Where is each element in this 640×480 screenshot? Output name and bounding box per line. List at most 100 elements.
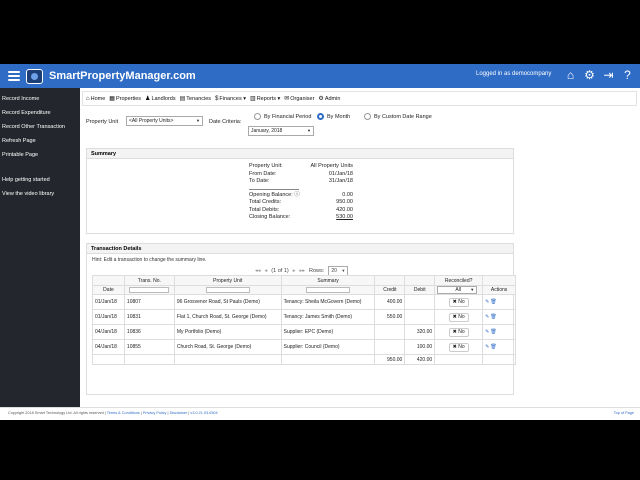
help-icon[interactable]: ? xyxy=(621,68,634,83)
filter-bar: Property Unit <All Property Units> ▼ Date… xyxy=(86,111,536,137)
reconciled-value: No xyxy=(458,298,465,305)
summary-value: All Property Units xyxy=(310,163,354,169)
chevron-down-icon: ▼ xyxy=(196,118,200,123)
edit-icon[interactable]: ✎ xyxy=(485,314,489,320)
next-page-icon[interactable]: ▸ xyxy=(293,268,296,274)
nav-properties[interactable]: ▦ Properties xyxy=(109,95,141,103)
disclaimer-link[interactable]: Disclaimer xyxy=(170,411,188,415)
nav-tenancies[interactable]: ▤ Tenancies xyxy=(179,95,212,103)
radio-by-month[interactable]: By Month xyxy=(317,113,350,120)
property-unit-filter-cell xyxy=(173,285,282,295)
trash-icon[interactable]: 🗑 xyxy=(490,344,496,350)
radio-label: By Month xyxy=(327,113,351,120)
radio-label: By Financial Period xyxy=(264,113,312,120)
last-page-icon[interactable]: ▸▸ xyxy=(300,268,306,274)
date-header[interactable]: Date xyxy=(92,285,125,295)
logged-in-label: Logged in as democompany xyxy=(476,71,552,77)
reconciled-toggle[interactable]: ✖ No xyxy=(448,312,469,322)
debit-cell xyxy=(404,294,436,310)
terms-link[interactable]: Terms & Conditions xyxy=(107,411,140,415)
gear-icon[interactable]: ⚙ xyxy=(583,68,596,83)
nav-label: Admin xyxy=(324,95,341,102)
nav-admin[interactable]: ⚙ Admin xyxy=(318,95,341,103)
summary-value: 01/Jan/18 xyxy=(328,170,353,177)
date-cell: 01/Jan/18 xyxy=(92,294,125,310)
nav-reports[interactable]: ▥ Reports ▾ xyxy=(250,95,280,103)
nav-finances[interactable]: $ Finances ▾ xyxy=(215,96,246,102)
nav-home[interactable]: ⌂ Home xyxy=(86,96,105,102)
top-of-page-link[interactable]: Top of Page xyxy=(614,411,634,415)
trash-icon[interactable]: 🗑 xyxy=(490,329,496,335)
help-getting-started-link[interactable]: Help getting started xyxy=(0,173,80,187)
property-unit-select[interactable]: <All Property Units> ▼ xyxy=(126,116,203,126)
reconciled-header[interactable]: Reconciled? xyxy=(434,275,484,286)
credit-header-cell xyxy=(374,275,406,286)
trash-icon[interactable]: 🗑 xyxy=(490,314,496,320)
summary-label: To Date: xyxy=(249,178,270,184)
trans-no-filter-input[interactable] xyxy=(129,287,170,293)
home-icon[interactable]: ⌂ xyxy=(564,68,577,83)
edit-icon[interactable]: ✎ xyxy=(485,344,489,350)
summary-cell: Supplier: EPC (Demo) xyxy=(280,324,376,340)
month-select[interactable]: January, 2018 ▼ xyxy=(248,126,314,136)
radio-financial-period[interactable]: By Financial Period xyxy=(254,113,311,120)
close-icon: ✖ xyxy=(452,343,457,350)
reconciled-toggle[interactable]: ✖ No xyxy=(448,342,469,352)
gear-icon: ⚙ xyxy=(318,96,324,102)
reconciled-filter-select[interactable]: All ▼ xyxy=(437,286,478,294)
building-icon: ▦ xyxy=(109,96,115,102)
trans-no-filter-cell xyxy=(123,285,175,295)
debit-cell: 100.00 xyxy=(404,339,436,355)
property-unit-cell: Flat 1, Church Road, St. George (Demo) xyxy=(173,309,282,325)
record-other-transaction-link[interactable]: Record Other Transaction xyxy=(0,120,80,134)
document-icon: ▤ xyxy=(179,96,186,102)
opening-label: Opening Balance: xyxy=(249,191,293,198)
table-row: 01/Jan/18 10807 96 Grosvenor Road, St Pa… xyxy=(92,294,516,310)
main-content: ⌂ Home ▦ Properties ♟ Landlords ▤ Tenancies … xyxy=(80,88,640,407)
summary-cell: Tenancy: James Smith (Demo) xyxy=(280,309,376,325)
rows-label: Rows: xyxy=(309,268,325,274)
record-expenditure-link[interactable]: Record Expenditure xyxy=(0,106,80,120)
table-row: 04/Jan/18 10836 My Portfolio (Demo) Supp… xyxy=(92,324,516,340)
video-library-link[interactable]: View the video library xyxy=(0,187,80,201)
empty-cell xyxy=(123,354,175,365)
nav-landlords[interactable]: ♟ Landlords xyxy=(145,95,176,103)
reconciled-toggle[interactable]: ✖ No xyxy=(448,327,469,337)
info-icon[interactable]: ⓘ xyxy=(294,192,300,198)
edit-icon[interactable]: ✎ xyxy=(485,299,489,305)
reconciled-cell: ✖ No xyxy=(434,309,484,325)
nav-label: Tenancies xyxy=(186,95,212,102)
edit-icon[interactable]: ✎ xyxy=(485,329,489,335)
first-page-icon[interactable]: ◂◂ xyxy=(255,268,261,274)
summary-filter-input[interactable] xyxy=(306,287,351,293)
totals-row: 950.00 420.00 xyxy=(92,354,516,365)
brand-name[interactable]: SmartPropertyManager.com xyxy=(49,70,196,82)
version-link[interactable]: v3.0.21.03.6304 xyxy=(190,411,217,415)
actions-cell: ✎🗑 xyxy=(482,324,516,340)
summary-title: Summary xyxy=(87,149,513,159)
actions-header-cell xyxy=(482,275,516,286)
record-income-link[interactable]: Record Income xyxy=(0,92,80,106)
prev-page-icon[interactable]: ◂ xyxy=(265,268,268,274)
debit-cell: 320.00 xyxy=(404,324,436,340)
reconciled-cell: ✖ No xyxy=(434,324,484,340)
property-unit-filter-input[interactable] xyxy=(205,287,250,293)
summary-values: Property Unit: All Property Units From Da… xyxy=(249,163,359,222)
debit-header[interactable]: Debit xyxy=(404,285,436,295)
refresh-page-link[interactable]: Refresh Page xyxy=(0,134,80,148)
summary-header[interactable]: Summary xyxy=(280,275,376,286)
reconciled-toggle[interactable]: ✖ No xyxy=(448,297,469,307)
nav-label: Landlords xyxy=(151,95,176,102)
privacy-link[interactable]: Privacy Policy xyxy=(143,411,167,415)
menu-icon[interactable] xyxy=(8,71,20,81)
credit-total: 950.00 xyxy=(374,354,406,365)
nav-organiser[interactable]: ✉ Organiser xyxy=(284,95,314,103)
property-unit-header[interactable]: Property Unit xyxy=(173,275,282,286)
printable-page-link[interactable]: Printable Page xyxy=(0,148,80,162)
credit-header[interactable]: Credit xyxy=(374,285,406,295)
radio-custom-range[interactable]: By Custom Date Range xyxy=(364,113,432,120)
trash-icon[interactable]: 🗑 xyxy=(490,299,496,305)
trans-no-header[interactable]: Trans. No. xyxy=(123,275,175,286)
logout-icon[interactable]: ⇥ xyxy=(602,68,615,83)
property-unit-label: Property Unit xyxy=(86,119,119,125)
